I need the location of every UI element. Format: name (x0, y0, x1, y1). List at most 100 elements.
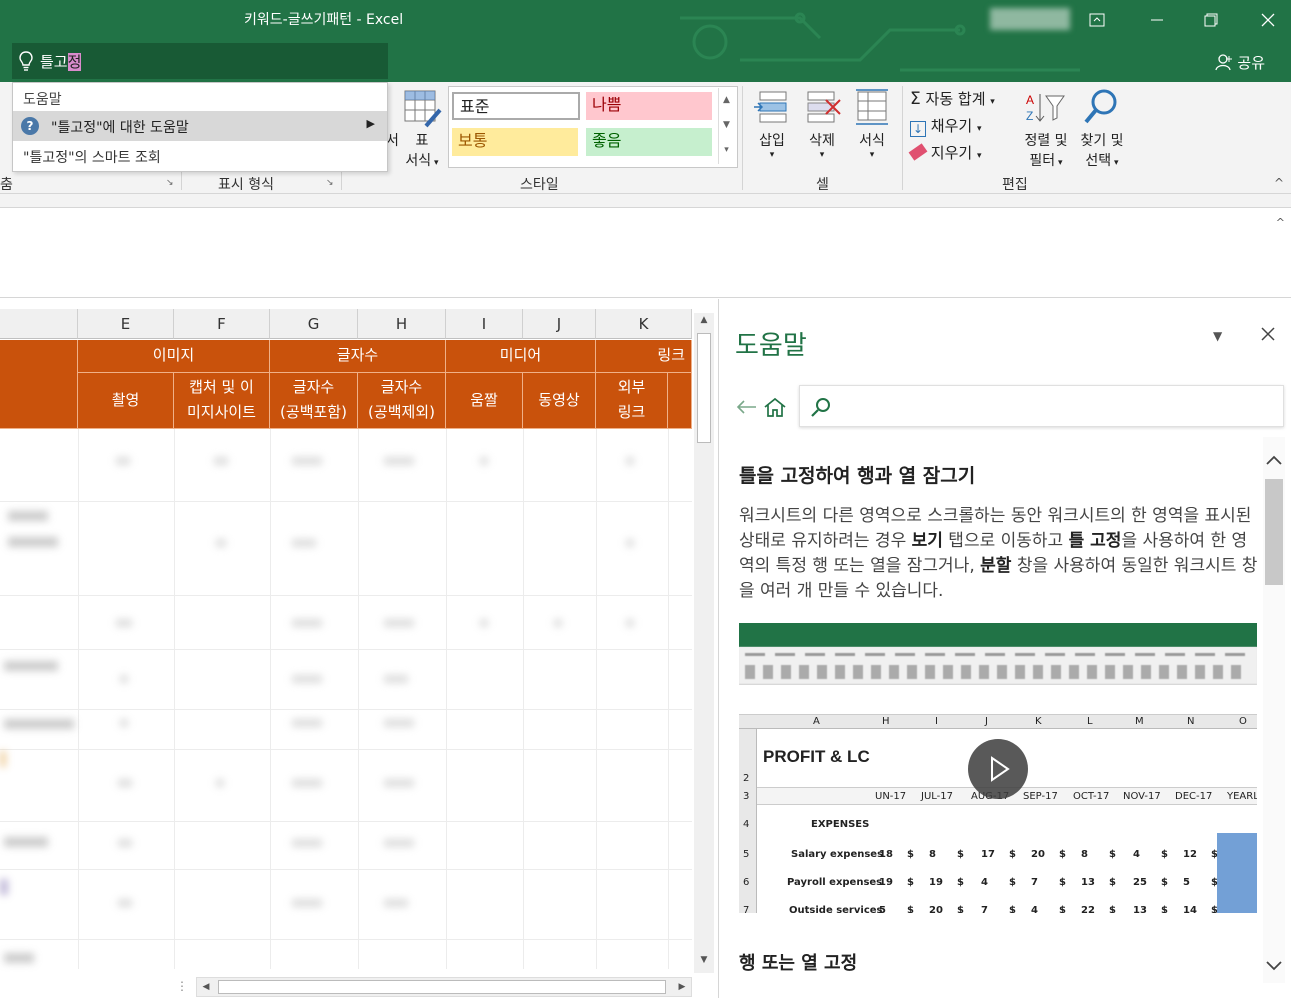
column-header-g[interactable]: G (270, 309, 358, 339)
dropdown-header: 도움말 (23, 92, 62, 108)
group-header-chars[interactable]: 글자수 (270, 340, 446, 373)
dropdown-help-item[interactable]: ? "틀고정"에 대한 도움말 ▶ (13, 111, 387, 141)
sub-header-gif[interactable]: 움짤 (446, 373, 523, 429)
video-col: O (1239, 716, 1247, 727)
sub-header-chars-without-space[interactable]: 글자수 (공백제외) (358, 373, 446, 429)
insert-button[interactable]: 삽입 ▾ (752, 130, 792, 160)
tell-me-search-box[interactable]: 틀고정 (12, 43, 388, 79)
minimize-icon[interactable] (1134, 4, 1180, 34)
style-bad[interactable]: 나쁨 (586, 92, 712, 120)
sort-filter-icon: A Z (1026, 93, 1065, 123)
help-scroll-down-icon[interactable] (1263, 959, 1285, 977)
tell-me-input[interactable]: 틀고정 (40, 51, 82, 72)
format-button[interactable]: 서식 ▾ (852, 130, 892, 160)
video-dollar-sign: $ (1059, 905, 1066, 913)
video-row: 3 (743, 791, 750, 802)
video-dollar-sign: $ (957, 849, 964, 860)
magnifier-icon (1084, 89, 1117, 124)
close-pane-icon[interactable] (1261, 327, 1275, 345)
expand-formula-icon[interactable]: ^ (1276, 216, 1285, 229)
clear-button[interactable]: 지우기 ▾ (908, 142, 982, 163)
user-icon (1214, 54, 1232, 71)
group-header-image[interactable]: 이미지 (78, 340, 270, 373)
find-select-button[interactable]: 찾기 및 선택 ▾ (1072, 130, 1132, 170)
video-cell-value: 20 (929, 905, 943, 913)
video-cell-value: 5 (879, 905, 886, 913)
header-cell-partial[interactable] (0, 340, 78, 429)
lightbulb-icon (19, 51, 33, 71)
group-label-editing: 편집 (1002, 177, 1028, 193)
column-header-k[interactable]: K (596, 309, 692, 339)
group-label-styles: 스타일 (520, 177, 559, 193)
video-dollar-sign: $ (1109, 877, 1116, 888)
home-icon[interactable] (763, 397, 787, 421)
account-name[interactable] (990, 8, 1070, 30)
column-header-j[interactable]: J (523, 309, 596, 339)
video-cell-value: 4 (1133, 849, 1140, 860)
play-icon (991, 756, 1010, 782)
scroll-up-icon[interactable]: ▲ (694, 315, 714, 331)
help-pane: 도움말 ▼ 틀을 고정하여 행과 열 잠그기 워크시트의 다른 영역으로 스크롤… (718, 299, 1291, 998)
video-col: J (985, 716, 988, 727)
help-video-thumbnail[interactable]: A H I J K L M N O PROFIT & LC 2 3 UN-17 … (739, 623, 1257, 913)
sub-header-partial[interactable] (668, 373, 692, 429)
worksheet[interactable]: E F G H I J K 이미지 글자수 미디어 링크 촬영 캡처 및 이 미지… (0, 299, 717, 998)
dropdown-smart-lookup[interactable]: "틀고정"의 스마트 조회 (23, 147, 161, 167)
number-launcher-icon[interactable]: ↘ (326, 178, 334, 188)
help-scroll-thumb[interactable] (1265, 479, 1283, 585)
help-search-input[interactable] (799, 385, 1284, 427)
autosum-button[interactable]: Σ 자동 합계 ▾ (910, 88, 995, 109)
video-month: SEP-17 (1023, 791, 1058, 802)
video-col: K (1035, 716, 1042, 727)
submenu-arrow-icon: ▶ (366, 117, 375, 130)
sub-header-shoot[interactable]: 촬영 (78, 373, 174, 429)
group-label-alignment: 춤 (0, 177, 13, 193)
sort-filter-button[interactable]: 정렬 및 필터 ▾ (1016, 130, 1076, 170)
column-header-i[interactable]: I (446, 309, 523, 339)
alignment-launcher-icon[interactable]: ↘ (166, 178, 174, 188)
restore-icon[interactable] (1188, 4, 1234, 34)
delete-button[interactable]: 삭제 ▾ (802, 130, 842, 160)
video-dollar-sign: $ (1059, 877, 1066, 888)
column-header-h[interactable]: H (358, 309, 446, 339)
sub-header-chars-with-space[interactable]: 글자수 (공백포함) (270, 373, 358, 429)
formula-edit-area[interactable]: ^ (0, 208, 1291, 298)
video-outside: Outside services (789, 905, 883, 913)
video-month: JUL-17 (921, 791, 953, 802)
pane-options-icon[interactable]: ▼ (1213, 329, 1222, 343)
format-as-table-button[interactable]: 표 서식 ▾ (404, 130, 440, 170)
close-window-icon[interactable] (1245, 4, 1291, 34)
video-cell-value: 18 (879, 849, 893, 860)
back-arrow-icon[interactable] (735, 399, 757, 419)
sub-header-external-link[interactable]: 외부 링크 (596, 373, 668, 429)
fill-button[interactable]: ↓ 채우기 ▾ (910, 115, 982, 137)
sheet-horizontal-thumb[interactable] (218, 980, 666, 994)
gallery-scroll[interactable]: ▲ ▼ ▾ (718, 88, 734, 164)
video-cell-value: 4 (1031, 905, 1038, 913)
sheet-vertical-thumb[interactable] (697, 333, 711, 443)
sub-header-video[interactable]: 동영상 (523, 373, 596, 429)
window-title: 키워드-글쓰기패턴 - Excel (244, 12, 404, 28)
format-cells-icon (856, 89, 888, 125)
video-col: L (1087, 716, 1093, 727)
scroll-right-icon[interactable]: ▶ (674, 979, 690, 995)
video-salary: Salary expenses (791, 849, 884, 860)
group-header-media[interactable]: 미디어 (446, 340, 596, 373)
group-header-link[interactable]: 링크 (596, 340, 692, 373)
column-header-partial[interactable] (0, 309, 78, 339)
style-good[interactable]: 좋음 (586, 128, 712, 156)
video-play-button[interactable] (968, 739, 1028, 799)
style-normal[interactable]: 표준 (452, 92, 580, 120)
share-button[interactable]: 공유 (1214, 52, 1265, 73)
column-header-f[interactable]: F (174, 309, 270, 339)
collapse-ribbon-icon[interactable]: ^ (1274, 176, 1284, 190)
scroll-down-icon[interactable]: ▼ (694, 955, 714, 971)
sub-header-capture[interactable]: 캡처 및 이 미지사이트 (174, 373, 270, 429)
help-scroll-up-icon[interactable] (1263, 453, 1285, 471)
sheet-tab-split-handle[interactable]: ⋮ (176, 979, 188, 993)
style-neutral[interactable]: 보통 (452, 128, 578, 156)
scroll-left-icon[interactable]: ◀ (198, 979, 214, 995)
ribbon-display-icon[interactable] (1074, 4, 1120, 34)
column-header-e[interactable]: E (78, 309, 174, 339)
svg-text:A: A (1026, 93, 1034, 107)
